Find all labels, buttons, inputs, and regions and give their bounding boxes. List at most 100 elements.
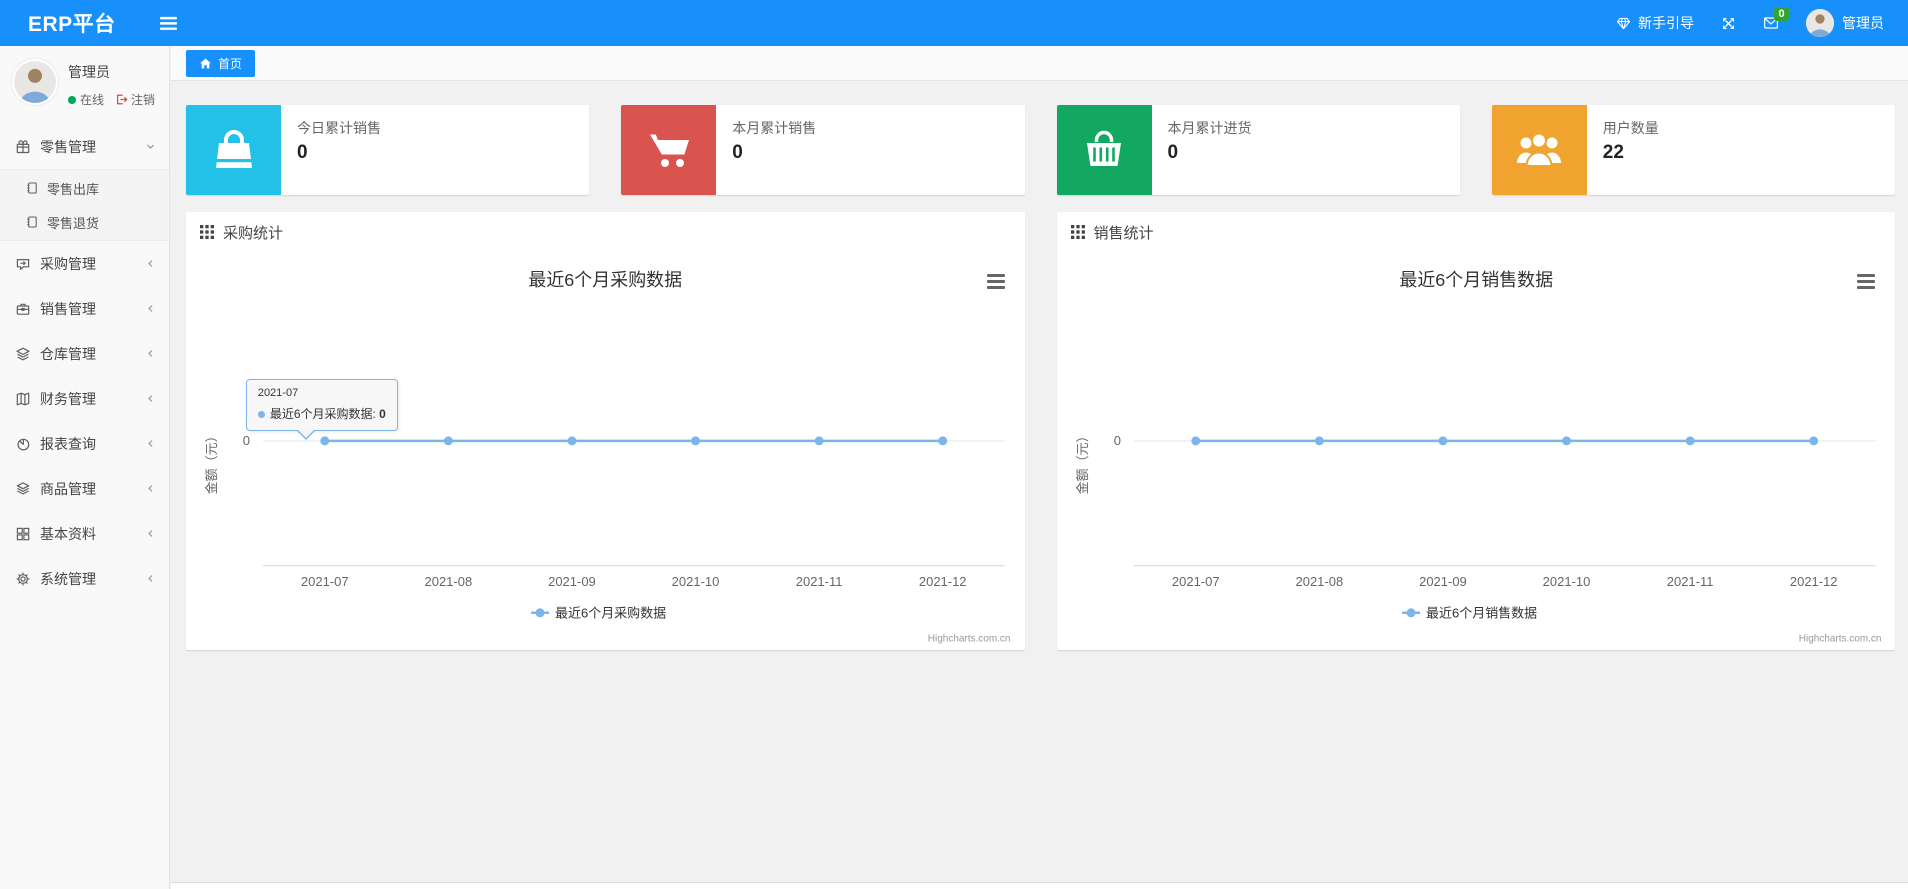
dashboard-content: 今日累计销售 0 本月累计销售 0 本月累计进货 0 用户数量 22 采购统计最近6个月采购数… (171, 81, 1908, 650)
data-point[interactable] (1685, 436, 1695, 446)
data-point[interactable] (938, 436, 948, 446)
sidebar-item-label: 报表查询 (40, 435, 96, 452)
diamond-icon (1616, 16, 1631, 31)
chart-context-menu-button[interactable] (985, 272, 1007, 291)
guide-label: 新手引导 (1638, 15, 1694, 31)
sidebar-item-purchase[interactable]: 采购管理 (0, 241, 169, 286)
data-point[interactable] (567, 436, 577, 446)
stat-card-value: 0 (297, 142, 308, 163)
legend-item[interactable]: 最近6个月销售数据 (1401, 605, 1537, 620)
basket-icon (1080, 126, 1128, 174)
user-menu[interactable]: 管理员 (1806, 9, 1884, 37)
x-axis-label: 2021-11 (796, 574, 843, 589)
messages-button[interactable]: 0 (1763, 7, 1789, 31)
main-area: 首页 今日累计销售 0 本月累计销售 0 本月累计进货 0 用户数量 22 采购统计最近6个月… (171, 46, 1908, 889)
data-point[interactable] (1190, 436, 1200, 446)
sidebar-item-label: 财务管理 (40, 390, 96, 407)
message-count-badge: 0 (1774, 7, 1789, 21)
sidebar-item-system[interactable]: 系统管理 (0, 556, 169, 601)
sidebar-submenu-retail: 零售出库 零售退货 (0, 169, 169, 241)
shopping-bag-icon (210, 126, 258, 174)
sidebar-menu: 零售管理零售出库零售退货采购管理销售管理仓库管理财务管理报表查询商品管理基本资料… (0, 124, 169, 601)
stat-card-month-sales: 本月累计销售 0 (621, 105, 1025, 195)
sidebar-toggle-button[interactable] (159, 15, 177, 32)
fullscreen-icon (1721, 16, 1736, 31)
sidebar-subitem-retail-outbound[interactable]: 零售出库 (0, 171, 169, 205)
sidebar-item-retail[interactable]: 零售管理 (0, 124, 169, 169)
layers-icon (15, 346, 31, 362)
stat-card-month-purchase: 本月累计进货 0 (1056, 105, 1460, 195)
guide-button[interactable]: 新手引导 (1616, 13, 1694, 33)
footer (171, 882, 1908, 889)
sidebar-item-label: 销售管理 (40, 300, 96, 317)
hamburger-icon (159, 15, 177, 32)
sidebar-subitem-retail-return[interactable]: 零售退货 (0, 205, 169, 239)
panel-header: 销售统计 (1057, 212, 1896, 252)
tab-bar: 首页 (171, 46, 1908, 81)
logout-button[interactable]: 注销 (115, 91, 155, 108)
y-axis-title: 金额（元） (204, 429, 219, 494)
sidebar-item-basic-data[interactable]: 基本资料 (0, 511, 169, 556)
chart-title: 最近6个月采购数据 (528, 270, 682, 290)
chart-area: 最近6个月采购数据 金额（元） 0 2021-07 2021-08 2021-09 2021… (186, 252, 1025, 650)
x-axis-label: 2021-08 (425, 574, 473, 589)
sidebar-item-goods[interactable]: 商品管理 (0, 466, 169, 511)
stat-card-today-sales: 今日累计销售 0 (186, 105, 590, 195)
data-point[interactable] (1314, 436, 1324, 446)
series-marker-icon (257, 411, 265, 418)
data-point[interactable] (320, 436, 330, 446)
x-axis-label: 2021-07 (1171, 574, 1219, 589)
user-name: 管理员 (1842, 15, 1884, 31)
credits-link[interactable]: Highcharts.com.cn (1798, 634, 1881, 645)
x-axis-label: 2021-10 (1542, 574, 1590, 589)
y-axis-title: 金额（元） (1074, 429, 1089, 494)
credits-link[interactable]: Highcharts.com.cn (928, 634, 1011, 645)
chevron-left-icon (144, 437, 157, 450)
data-point[interactable] (1808, 436, 1818, 446)
sidebar-item-warehouse[interactable]: 仓库管理 (0, 331, 169, 376)
stat-card-value: 0 (1167, 142, 1179, 163)
sidebar-item-sales[interactable]: 销售管理 (0, 286, 169, 331)
chart-context-menu-button[interactable] (1855, 272, 1877, 291)
stat-card-user-count: 用户数量 22 (1491, 105, 1895, 195)
sidebar-item-reports[interactable]: 报表查询 (0, 421, 169, 466)
grid9-icon (200, 225, 214, 239)
x-axis-label: 2021-12 (919, 574, 967, 589)
tab-home-label: 首页 (218, 56, 243, 71)
fullscreen-button[interactable] (1721, 16, 1736, 31)
x-axis-label: 2021-07 (301, 574, 349, 589)
legend-label: 最近6个月采购数据 (555, 605, 666, 620)
chevron-down-icon (144, 140, 157, 153)
sidebar-item-finance[interactable]: 财务管理 (0, 376, 169, 421)
stat-cards-row: 今日累计销售 0 本月累计销售 0 本月累计进货 0 用户数量 22 (186, 105, 1895, 195)
top-navbar: ERP平台 新手引导 0 管理员 (0, 0, 1908, 46)
tab-home[interactable]: 首页 (186, 49, 256, 77)
y-axis-tick: 0 (1113, 433, 1120, 448)
sidebar-item-label: 系统管理 (40, 570, 96, 587)
data-point[interactable] (1437, 436, 1447, 446)
avatar (12, 59, 58, 105)
grid9-icon (1070, 225, 1085, 239)
stat-card-icon-block (621, 105, 717, 195)
x-axis-label: 2021-08 (1295, 574, 1343, 589)
pie-chart-icon (15, 436, 31, 452)
logout-label: 注销 (131, 93, 156, 107)
sidebar-subitem-label: 零售退货 (47, 215, 100, 231)
sidebar-user-panel: 管理员 在线 注销 (0, 46, 169, 118)
sidebar-subitem-label: 零售出库 (47, 181, 100, 197)
data-point[interactable] (691, 436, 701, 446)
data-point[interactable] (443, 436, 453, 446)
data-point[interactable] (1561, 436, 1571, 446)
data-point[interactable] (814, 436, 824, 446)
x-axis-label: 2021-09 (548, 574, 596, 589)
panel-title: 采购统计 (223, 224, 284, 242)
chevron-left-icon (144, 572, 157, 585)
cart-icon (645, 126, 693, 174)
x-axis-label: 2021-09 (1419, 574, 1467, 589)
chevron-left-icon (144, 527, 157, 540)
panel-sales-stats: 销售统计最近6个月销售数据 金额（元） 0 2021-07 2021-08 2021-09… (1056, 212, 1896, 650)
sidebar-item-label: 商品管理 (40, 480, 96, 497)
stat-card-icon-block (1056, 105, 1152, 195)
legend-item[interactable]: 最近6个月采购数据 (531, 605, 666, 620)
stat-card-label: 用户数量 (1602, 120, 1659, 136)
